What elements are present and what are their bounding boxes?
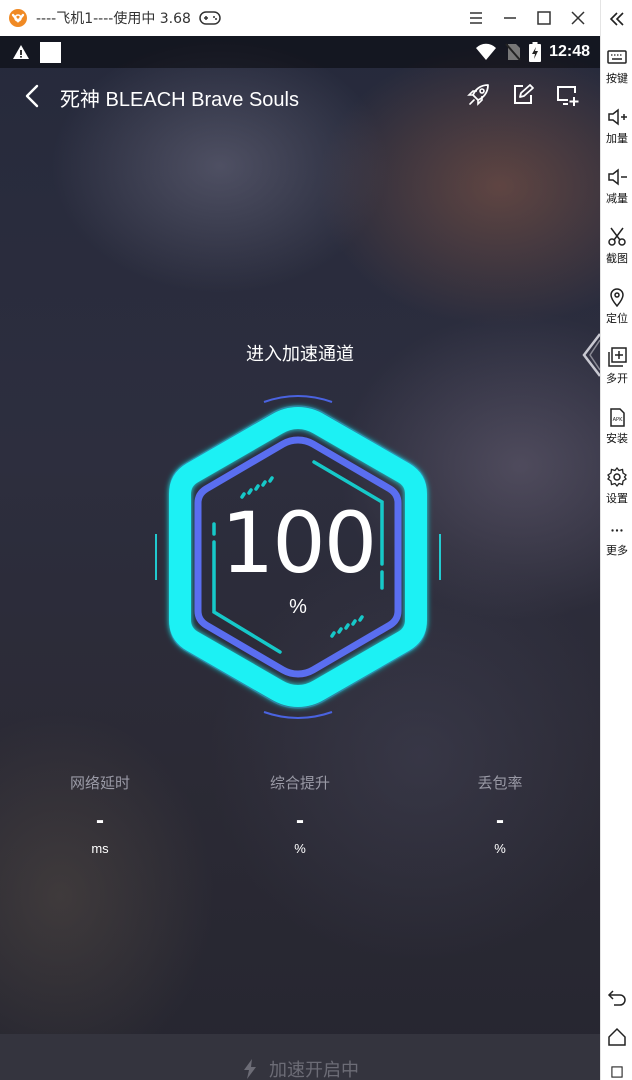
no-sim-icon: [505, 43, 521, 61]
toolbar-label: 多开: [606, 372, 628, 385]
double-chevron-left-icon: [609, 12, 624, 26]
stat-label: 丢包率: [477, 774, 523, 792]
stat-unit: %: [494, 841, 506, 856]
android-recents-button[interactable]: [601, 1064, 632, 1080]
collapse-toolbar-button[interactable]: [601, 8, 632, 30]
home-icon: [608, 1027, 626, 1046]
location-icon: [610, 288, 624, 308]
toolbar-label: 设置: [606, 492, 628, 505]
emulator-toolbar: 按键 加量 减量 截图 定位 多开 APK 安装 设置 更多: [600, 0, 632, 1080]
window-title-bar: ----飞机1----使用中 3.68: [0, 0, 600, 36]
volume-up-icon: [608, 108, 627, 126]
gamepad-icon[interactable]: [199, 10, 221, 26]
close-icon[interactable]: [568, 8, 588, 28]
app-bar: 死神 BLEACH Brave Souls: [0, 68, 600, 124]
acceleration-status-text: 进入加速通道: [246, 344, 354, 364]
android-home-button[interactable]: [601, 1026, 632, 1048]
toolbar-item-screenshot[interactable]: 截图: [601, 226, 632, 266]
android-screen: 12:48 死神 BLEACH Brave Souls 进入加速通道 100 %…: [0, 36, 600, 1080]
back-button[interactable]: [22, 82, 42, 110]
toolbar-label: 加量: [606, 132, 628, 145]
android-back-button[interactable]: [601, 986, 632, 1008]
app-logo-icon: [9, 9, 27, 27]
stat-value: -: [496, 807, 504, 834]
stat-packet-loss: 丢包率 - %: [400, 772, 600, 856]
scissors-icon: [608, 227, 626, 246]
toolbar-label: 安装: [606, 432, 628, 445]
stat-unit: ms: [91, 841, 109, 856]
toolbar-item-more[interactable]: 更多: [601, 526, 632, 558]
toolbar-label: 定位: [606, 312, 628, 325]
stat-label: 网络延时: [69, 774, 130, 792]
add-shortcut-icon[interactable]: [554, 82, 580, 108]
lightning-icon: [244, 1059, 256, 1079]
multi-instance-icon: [608, 347, 627, 367]
toolbar-item-keys[interactable]: 按键: [601, 46, 632, 86]
volume-down-icon: [608, 168, 627, 186]
toolbar-label: 截图: [606, 252, 628, 265]
stat-value: -: [296, 807, 304, 834]
acceleration-button-label: 加速开启中: [269, 1060, 359, 1080]
menu-icon[interactable]: [466, 8, 486, 28]
stats-panel: 网络延时 - ms 综合提升 - % 丢包率 - %: [0, 772, 600, 872]
edit-icon[interactable]: [510, 82, 536, 108]
stat-label: 综合提升: [269, 774, 330, 792]
toolbar-item-settings[interactable]: 设置: [601, 466, 632, 506]
rocket-icon[interactable]: [466, 82, 492, 108]
svg-text:APK: APK: [613, 417, 623, 423]
more-icon: [611, 529, 623, 532]
toolbar-item-install-apk[interactable]: APK 安装: [601, 406, 632, 446]
acceleration-button[interactable]: 加速开启中: [0, 1034, 600, 1080]
notification-square-icon: [40, 42, 61, 63]
window-title: ----飞机1----使用中 3.68: [36, 11, 191, 27]
page-title: 死神 BLEACH Brave Souls: [60, 89, 299, 111]
toolbar-label: 按键: [606, 72, 628, 85]
stat-unit: %: [294, 841, 306, 856]
status-time: 12:48: [549, 43, 590, 60]
battery-charging-icon: [529, 42, 542, 62]
stat-latency: 网络延时 - ms: [0, 772, 200, 856]
progress-value: 100: [220, 494, 377, 592]
back-arrow-icon: [607, 990, 626, 1006]
maximize-icon[interactable]: [534, 8, 554, 28]
minimize-icon[interactable]: [500, 8, 520, 28]
toolbar-item-multi-instance[interactable]: 多开: [601, 346, 632, 386]
stat-value: -: [96, 807, 104, 834]
stat-improvement: 综合提升 - %: [200, 772, 400, 856]
warning-icon: [13, 45, 29, 59]
gear-icon: [607, 466, 627, 488]
recents-icon: [611, 1066, 623, 1078]
android-status-bar: 12:48: [0, 36, 600, 68]
apk-install-icon: APK: [610, 408, 625, 427]
acceleration-gauge: 100 %: [146, 394, 450, 720]
toolbar-label: 更多: [606, 544, 628, 557]
toolbar-item-volume-up[interactable]: 加量: [601, 106, 632, 146]
toolbar-item-volume-down[interactable]: 减量: [601, 166, 632, 206]
wifi-icon: [476, 43, 497, 60]
toolbar-label: 减量: [606, 192, 628, 205]
toolbar-item-location[interactable]: 定位: [601, 286, 632, 326]
keyboard-icon: [607, 50, 627, 64]
progress-unit: %: [289, 596, 307, 618]
